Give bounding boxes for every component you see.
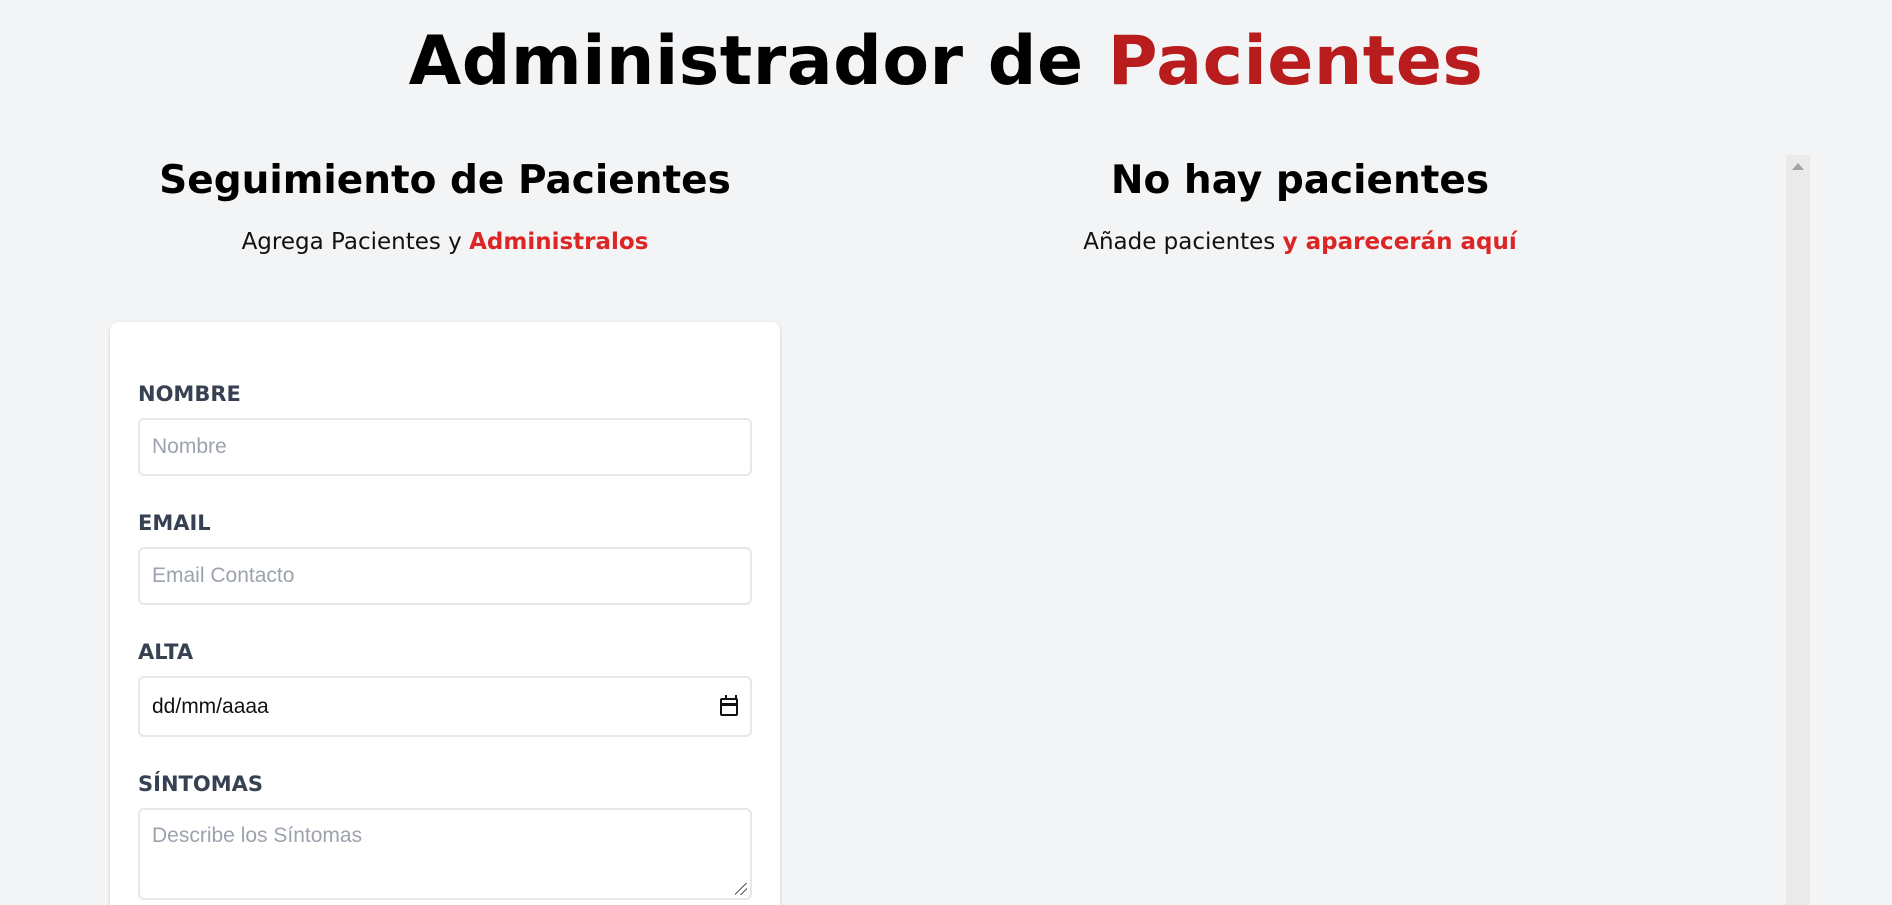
sintomas-textarea[interactable]: Describe los Síntomas — [138, 808, 752, 900]
email-placeholder: Email Contacto — [152, 564, 295, 587]
list-subtitle-plain: Añade pacientes — [1083, 229, 1276, 255]
page-title: Administrador de Pacientes — [0, 24, 1892, 100]
form-subtitle-accent: Administralos — [469, 229, 649, 255]
list-section-subtitle: Añade pacientes y aparecerán aquí — [930, 227, 1670, 257]
alta-label: ALTA — [138, 640, 194, 664]
resize-grip-icon[interactable] — [735, 883, 747, 895]
scroll-up-arrow-icon[interactable] — [1792, 163, 1804, 170]
nombre-placeholder: Nombre — [152, 435, 227, 458]
alta-date-value: dd/mm/aaaa — [152, 694, 269, 718]
nombre-input[interactable]: Nombre — [138, 418, 752, 476]
nombre-label: NOMBRE — [138, 382, 241, 406]
sintomas-field-group: SÍNTOMAS Describe los Síntomas — [138, 770, 752, 900]
calendar-icon[interactable] — [720, 694, 738, 716]
patient-list-section: No hay pacientes Añade pacientes y apare… — [930, 155, 1670, 257]
list-subtitle-accent: y aparecerán aquí — [1282, 229, 1517, 255]
nombre-field-group: NOMBRE Nombre — [138, 380, 752, 476]
patient-form: NOMBRE Nombre EMAIL Email Contacto ALTA … — [110, 322, 780, 905]
alta-date-input[interactable]: dd/mm/aaaa — [138, 676, 752, 737]
form-section-title: Seguimiento de Pacientes — [159, 158, 731, 203]
form-subtitle-plain: Agrega Pacientes y — [241, 229, 462, 255]
form-section-header: Seguimiento de Pacientes Agrega Paciente… — [110, 155, 780, 257]
sintomas-placeholder: Describe los Síntomas — [152, 824, 363, 847]
email-field-group: EMAIL Email Contacto — [138, 509, 752, 605]
page-title-main: Administrador de — [408, 22, 1084, 101]
patient-list-scrollbar[interactable] — [1786, 155, 1810, 905]
app-page: Administrador de Pacientes Seguimiento d… — [0, 0, 1892, 905]
alta-field-group: ALTA dd/mm/aaaa — [138, 638, 752, 737]
list-section-title: No hay pacientes — [1110, 158, 1490, 203]
sintomas-label: SÍNTOMAS — [138, 772, 263, 796]
email-label: EMAIL — [138, 511, 211, 535]
email-input[interactable]: Email Contacto — [138, 547, 752, 605]
page-title-accent: Pacientes — [1107, 22, 1484, 101]
form-section-subtitle: Agrega Pacientes y Administralos — [110, 227, 780, 257]
